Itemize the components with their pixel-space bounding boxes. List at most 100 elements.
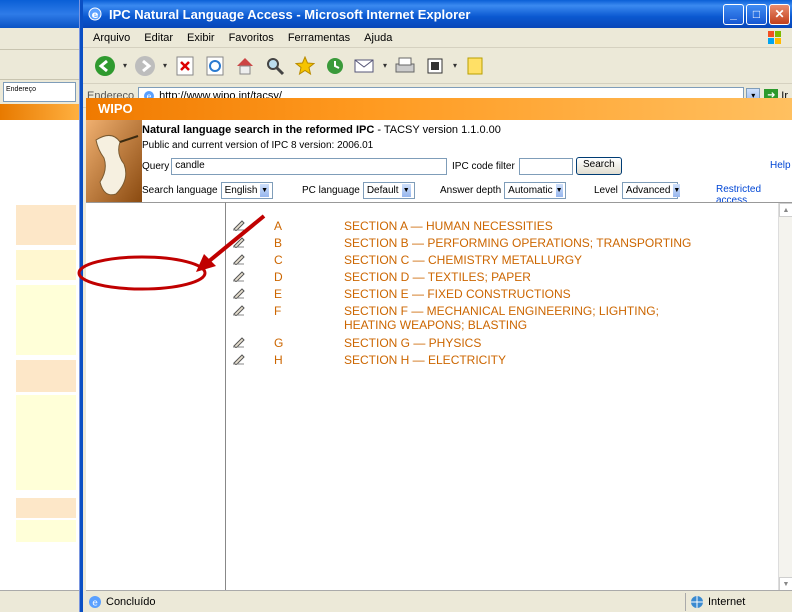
page-done-icon: e bbox=[89, 595, 101, 608]
bg-block bbox=[16, 520, 76, 542]
search-icon[interactable] bbox=[263, 54, 287, 78]
ipc-language-select[interactable]: Default ▼ bbox=[362, 182, 415, 199]
menu-arquivo[interactable]: Arquivo bbox=[93, 32, 130, 44]
help-link[interactable]: Help bbox=[770, 160, 791, 171]
minimize-button[interactable]: _ bbox=[723, 3, 744, 25]
zone-label: Internet bbox=[708, 595, 746, 608]
section-code: E bbox=[274, 287, 283, 301]
query-input[interactable]: candle bbox=[171, 158, 448, 175]
section-row[interactable]: C SECTION C — CHEMISTRY METALLURGY bbox=[232, 253, 704, 267]
left-frame bbox=[86, 202, 226, 590]
section-row[interactable]: A SECTION A — HUMAN NECESSITIES bbox=[232, 219, 704, 233]
home-icon[interactable] bbox=[233, 54, 257, 78]
section-title[interactable]: SECTION C — CHEMISTRY METALLURGY bbox=[344, 253, 704, 267]
section-title[interactable]: SECTION A — HUMAN NECESSITIES bbox=[344, 219, 704, 233]
bg-block bbox=[16, 205, 76, 245]
page-subtitle: Public and current version of IPC 8 vers… bbox=[142, 140, 374, 151]
section-code: B bbox=[274, 236, 283, 250]
windows-logo-icon bbox=[768, 31, 781, 44]
menu-exibir[interactable]: Exibir bbox=[187, 32, 215, 44]
level-row: Level Advanced ▼ bbox=[594, 182, 681, 199]
wipo-banner: WIPO bbox=[86, 98, 792, 120]
ipc-filter-input[interactable] bbox=[518, 158, 573, 175]
title-bar: e IPC Natural Language Access - Microsof… bbox=[83, 0, 792, 28]
svg-text:e: e bbox=[92, 10, 99, 21]
forward-icon[interactable] bbox=[133, 54, 157, 78]
refresh-icon[interactable] bbox=[203, 54, 227, 78]
section-row[interactable]: B SECTION B — PERFORMING OPERATIONS; TRA… bbox=[232, 236, 704, 250]
bg-block bbox=[16, 250, 76, 280]
status-text: Concluído bbox=[106, 595, 156, 608]
globe-icon bbox=[691, 595, 703, 608]
pencil-icon[interactable] bbox=[232, 336, 246, 348]
ipc-filter-label: IPC code filter bbox=[452, 161, 515, 172]
search-header: Natural language search in the reformed … bbox=[86, 120, 792, 206]
answer-depth-label: Answer depth bbox=[440, 185, 502, 196]
scroll-up-icon[interactable]: ▲ bbox=[779, 203, 792, 217]
pencil-icon[interactable] bbox=[232, 253, 246, 265]
security-zone: Internet bbox=[685, 592, 792, 611]
menu-editar[interactable]: Editar bbox=[144, 32, 173, 44]
messenger-dropdown-icon[interactable]: ▾ bbox=[453, 61, 457, 70]
chevron-down-icon: ▼ bbox=[555, 184, 563, 197]
back-dropdown-icon[interactable]: ▾ bbox=[123, 61, 127, 70]
bg-block bbox=[16, 395, 76, 490]
section-code: A bbox=[274, 219, 283, 233]
pencil-icon[interactable] bbox=[232, 270, 246, 282]
background-window-toolbar bbox=[0, 50, 79, 80]
menu-ajuda[interactable]: Ajuda bbox=[364, 32, 392, 44]
background-window-address[interactable]: Endereço bbox=[3, 82, 76, 102]
forward-dropdown-icon[interactable]: ▾ bbox=[163, 61, 167, 70]
section-title[interactable]: SECTION E — FIXED CONSTRUCTIONS bbox=[344, 287, 704, 301]
web-page: WIPO Natural language search in the refo… bbox=[86, 98, 792, 590]
notes-icon[interactable] bbox=[463, 54, 487, 78]
section-row[interactable]: E SECTION E — FIXED CONSTRUCTIONS bbox=[232, 287, 704, 301]
section-code: F bbox=[274, 304, 282, 318]
section-title[interactable]: SECTION F — MECHANICAL ENGINEERING; LIGH… bbox=[344, 304, 704, 332]
section-code: G bbox=[274, 336, 284, 350]
search-language-label: Search language bbox=[142, 185, 218, 196]
bg-block bbox=[16, 285, 76, 355]
pencil-icon[interactable] bbox=[232, 236, 246, 248]
print-icon[interactable] bbox=[393, 54, 417, 78]
messenger-icon[interactable] bbox=[423, 54, 447, 78]
level-select[interactable]: Advanced ▼ bbox=[621, 182, 681, 199]
search-language-select[interactable]: English ▼ bbox=[220, 182, 273, 199]
section-code: C bbox=[274, 253, 283, 267]
ie-icon: e bbox=[88, 7, 102, 21]
stop-icon[interactable] bbox=[173, 54, 197, 78]
filter-row: IPC code filter bbox=[452, 158, 573, 175]
section-title[interactable]: SECTION B — PERFORMING OPERATIONS; TRANS… bbox=[344, 236, 704, 250]
wipo-label: WIPO bbox=[98, 101, 133, 116]
maximize-button[interactable]: □ bbox=[746, 3, 767, 25]
results-frame: A SECTION A — HUMAN NECESSITIES B SECTIO… bbox=[226, 202, 792, 590]
pencil-icon[interactable] bbox=[232, 287, 246, 299]
section-row[interactable]: G SECTION G — PHYSICS bbox=[232, 336, 704, 350]
section-row[interactable]: D SECTION D — TEXTILES; PAPER bbox=[232, 270, 704, 284]
scroll-down-icon[interactable]: ▼ bbox=[779, 577, 792, 590]
mail-icon[interactable] bbox=[353, 54, 377, 78]
answer-depth-select[interactable]: Automatic ▼ bbox=[504, 182, 567, 199]
section-row[interactable]: H SECTION H — ELECTRICITY bbox=[232, 353, 704, 367]
background-window-statusbar bbox=[0, 590, 79, 612]
pencil-icon[interactable] bbox=[232, 353, 246, 365]
section-title[interactable]: SECTION H — ELECTRICITY bbox=[344, 353, 704, 367]
status-bar: e Concluído Internet bbox=[86, 590, 792, 612]
menu-ferramentas[interactable]: Ferramentas bbox=[288, 32, 350, 44]
mail-dropdown-icon[interactable]: ▾ bbox=[383, 61, 387, 70]
search-button[interactable]: Search bbox=[576, 157, 622, 175]
section-code: D bbox=[274, 270, 283, 284]
answer-depth-row: Answer depth Automatic ▼ bbox=[440, 182, 567, 199]
vertical-scrollbar[interactable]: ▲ ▼ bbox=[778, 203, 792, 590]
section-row[interactable]: F SECTION F — MECHANICAL ENGINEERING; LI… bbox=[232, 304, 704, 332]
back-icon[interactable] bbox=[93, 54, 117, 78]
pencil-icon[interactable] bbox=[232, 304, 246, 316]
section-title[interactable]: SECTION D — TEXTILES; PAPER bbox=[344, 270, 704, 284]
close-button[interactable]: ✕ bbox=[769, 3, 790, 25]
pencil-icon[interactable] bbox=[232, 219, 246, 231]
history-icon[interactable] bbox=[323, 54, 347, 78]
section-title[interactable]: SECTION G — PHYSICS bbox=[344, 336, 704, 350]
menu-bar: Arquivo Editar Exibir Favoritos Ferramen… bbox=[83, 28, 792, 48]
menu-favoritos[interactable]: Favoritos bbox=[229, 32, 274, 44]
favorites-icon[interactable] bbox=[293, 54, 317, 78]
